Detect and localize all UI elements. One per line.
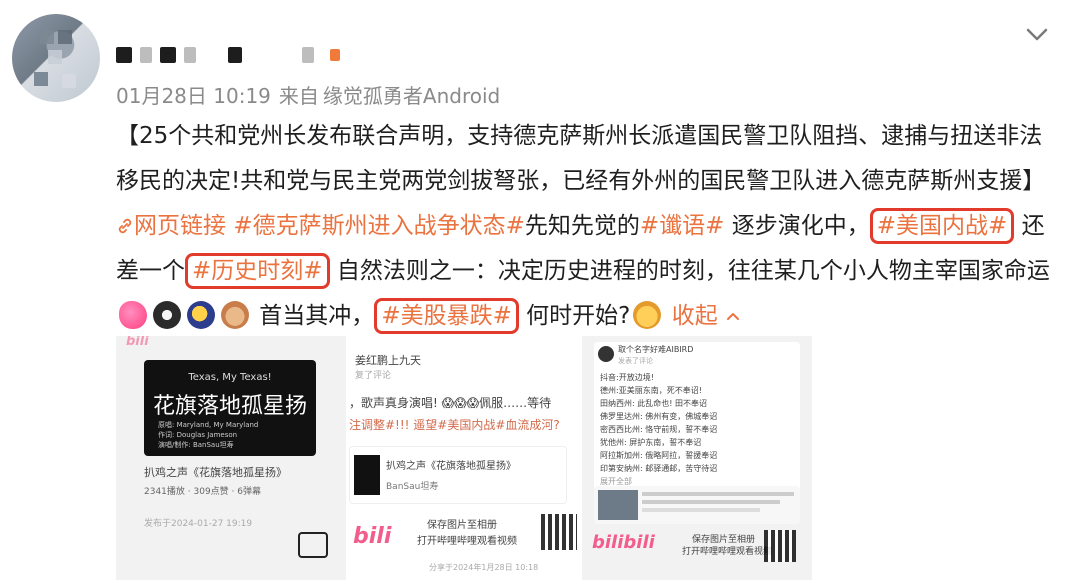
post-meta: 01月28日 10:19 来自 缘觉孤勇者Android (116, 80, 508, 109)
bilibili-logo: bili (126, 336, 149, 349)
post-text-5: 自然法则之一：决定历史进程的时刻，往往某几个小人物主宰国家命运 (329, 258, 1050, 284)
hashtag-texas-war[interactable]: #德克萨斯州进入战争状态# (233, 213, 525, 239)
open-bilibili-text: 打开哔哩哔哩观看视频 (417, 536, 517, 547)
video-card-title: 扒鸡之声《花旗落地孤星扬》 (386, 461, 516, 472)
video-card: 扒鸡之声《花旗落地孤星扬》 BanSau坦寿 (349, 446, 567, 504)
collapse-label: 收起 (671, 303, 718, 329)
cover-credit-1: 原唱: Maryland, My Maryland (158, 421, 259, 429)
comment-line2: 注调整#!!! 遥望#美国内战#血流成河? (349, 418, 560, 432)
cat-emoji-icon (221, 301, 249, 329)
chevron-down-icon[interactable] (1020, 18, 1054, 52)
cover-credit-3: 演唱/制作: BanSau坦寿 (158, 441, 234, 449)
comment-avatar (598, 346, 614, 362)
qr-code (541, 514, 577, 550)
post-text-3: 逐步演化中， (724, 213, 870, 239)
cover-title: 花旗落地孤星扬 (152, 394, 307, 419)
open-bilibili-text-3: 打开哔哩哔哩观看视频 (682, 547, 773, 557)
source-prefix: 来自 (278, 84, 319, 108)
comment-user: 姜红鹏上九天 (355, 354, 421, 367)
image-thumb-3[interactable]: 取个名字好难AIBIRD 发表了评论 抖音:开放边境! 德州:亚美丽东南，死不奉诏… (582, 336, 812, 580)
news-card (594, 486, 800, 524)
tv-icon (298, 532, 328, 558)
hashtag-us-civil-war[interactable]: #美国内战# (869, 208, 1015, 244)
video-cover: Texas, My Texas! 花旗落地孤星扬 原唱: Maryland, M… (144, 360, 316, 456)
share-date: 分享于2024年1月28日 10:18 (429, 563, 539, 572)
comment-line: 田纳西州: 此乱命也! 田不奉诏 (600, 399, 707, 408)
comment-line: 抖音:开放边境! (600, 373, 654, 382)
hashtag-historic-moment[interactable]: #历史时刻# (185, 253, 330, 289)
bilibili-logo-3: bilibili (592, 532, 655, 553)
image-thumb-2[interactable]: 姜红鹏上九天 复了评论 ，歌声真身演唱! 😱😱😱佩服……等待 注调整#!!! 遥… (349, 336, 579, 580)
image-thumb-1[interactable]: bili Texas, My Texas! 花旗落地孤星扬 原唱: Maryla… (116, 336, 346, 580)
comment-line: 印第安纳州: 邮驿通邮，苦守待诏 (600, 464, 718, 473)
eyes-emoji-icon (153, 301, 181, 329)
web-link-label: 网页链接 (134, 213, 226, 239)
username-redacted[interactable] (116, 44, 340, 66)
web-link[interactable]: 网页链接 (116, 213, 233, 239)
smile-emoji-icon (633, 301, 662, 329)
cover-line1: Texas, My Texas! (188, 372, 272, 383)
post-text-7: 何时开始? (518, 303, 631, 329)
video-card-author: BanSau坦寿 (386, 482, 439, 492)
image-grid: bili Texas, My Texas! 花旗落地孤星扬 原唱: Maryla… (116, 336, 812, 580)
post-source: 缘觉孤勇者Android (322, 84, 501, 108)
comment-line: 密西西比州: 恪守前规，誓不奉诏 (600, 425, 718, 434)
heart-emoji-icon (119, 301, 147, 329)
comment-line: 德州:亚美丽东南，死不奉诏! (600, 386, 702, 395)
post-text-2: 先知先觉的 (524, 213, 640, 239)
comment-card: 取个名字好难AIBIRD 发表了评论 抖音:开放边境! 德州:亚美丽东南，死不奉诏… (594, 342, 800, 502)
video-stats: 2341播放 · 309点赞 · 6弹幕 (144, 487, 261, 497)
cover-credit-2: 作词: Douglas Jameson (158, 431, 238, 439)
comment-line1: ，歌声真身演唱! 😱😱😱佩服……等待 (349, 396, 552, 410)
hashtag-prophecy[interactable]: #谶语# (640, 213, 725, 239)
post-text-1: 【25个共和党州长发布联合声明，支持德克萨斯州长派遣国民警卫队阻挡、逮捕与扭送非… (116, 123, 1046, 194)
comment-line: 阿拉斯加州: 俄略阿拉，誓援奉诏 (600, 451, 718, 460)
chevron-up-icon (727, 313, 740, 320)
save-image-text: 保存图片至相册 (427, 520, 497, 531)
post-date: 01月28日 10:19 (116, 84, 271, 108)
qr-code-3 (764, 530, 796, 562)
comment-line: 佛罗里达州: 佛州有变，佛城奉诏 (600, 412, 718, 421)
video-card-cover (354, 455, 380, 495)
news-thumb (598, 490, 638, 520)
bilibili-logo-2: bili (353, 524, 392, 549)
video-title: 扒鸡之声《花旗落地孤星扬》 (144, 466, 287, 479)
collapse-button[interactable]: 收起 (672, 303, 741, 329)
moon-emoji-icon (187, 301, 215, 329)
comment-line: 犹他州: 屏护东南，誓不奉诏 (600, 438, 702, 447)
comment-subtitle: 复了评论 (355, 371, 392, 381)
hashtag-stock-crash[interactable]: #美股暴跌# (374, 298, 519, 334)
video-date: 发布于2024-01-27 19:19 (144, 519, 253, 529)
post-content: 【25个共和党州长发布联合声明，支持德克萨斯州长派遣国民警卫队阻挡、逮捕与扭送非… (116, 114, 1056, 339)
avatar[interactable] (12, 14, 100, 102)
post-text-6: 首当其冲， (252, 303, 375, 329)
comment-user-3: 取个名字好难AIBIRD (618, 345, 694, 354)
comment-sub-3: 发表了评论 (618, 357, 653, 365)
link-icon (118, 218, 132, 234)
